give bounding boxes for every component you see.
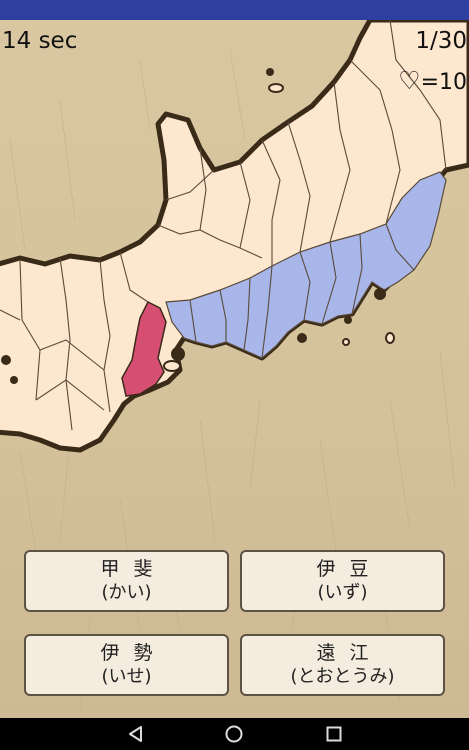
status-bar — [0, 0, 469, 20]
question-progress: 1/30 — [415, 28, 467, 54]
lives-counter: ♡=10 — [398, 66, 467, 95]
answer-kana: (いせ) — [101, 666, 152, 687]
home-circle-icon[interactable] — [224, 724, 244, 744]
timer-text: 14 sec — [2, 28, 78, 54]
navigation-bar — [0, 718, 469, 750]
answer-kanji: 遠江 — [316, 642, 383, 664]
recents-square-icon[interactable] — [324, 724, 344, 744]
heart-outline-icon: ♡ — [398, 66, 421, 95]
answer-kanji: 伊勢 — [100, 642, 167, 664]
answer-kana: (かい) — [101, 582, 152, 603]
answer-kanji: 伊豆 — [316, 558, 383, 580]
japan-map — [0, 20, 469, 711]
lives-count: =10 — [420, 70, 467, 95]
answer-button-1[interactable]: 甲斐 (かい) — [24, 550, 229, 612]
answer-button-3[interactable]: 伊勢 (いせ) — [24, 634, 229, 696]
answer-kanji: 甲斐 — [100, 558, 167, 580]
answer-kana: (いず) — [317, 582, 368, 603]
answer-button-2[interactable]: 伊豆 (いず) — [240, 550, 445, 612]
answer-button-4[interactable]: 遠江 (とおとうみ) — [240, 634, 445, 696]
answer-kana: (とおとうみ) — [290, 666, 395, 687]
back-triangle-icon[interactable] — [126, 724, 146, 744]
game-stage: 14 sec 1/30 ♡=10 甲斐 (かい) 伊豆 (いず) 伊勢 (いせ)… — [0, 20, 469, 718]
